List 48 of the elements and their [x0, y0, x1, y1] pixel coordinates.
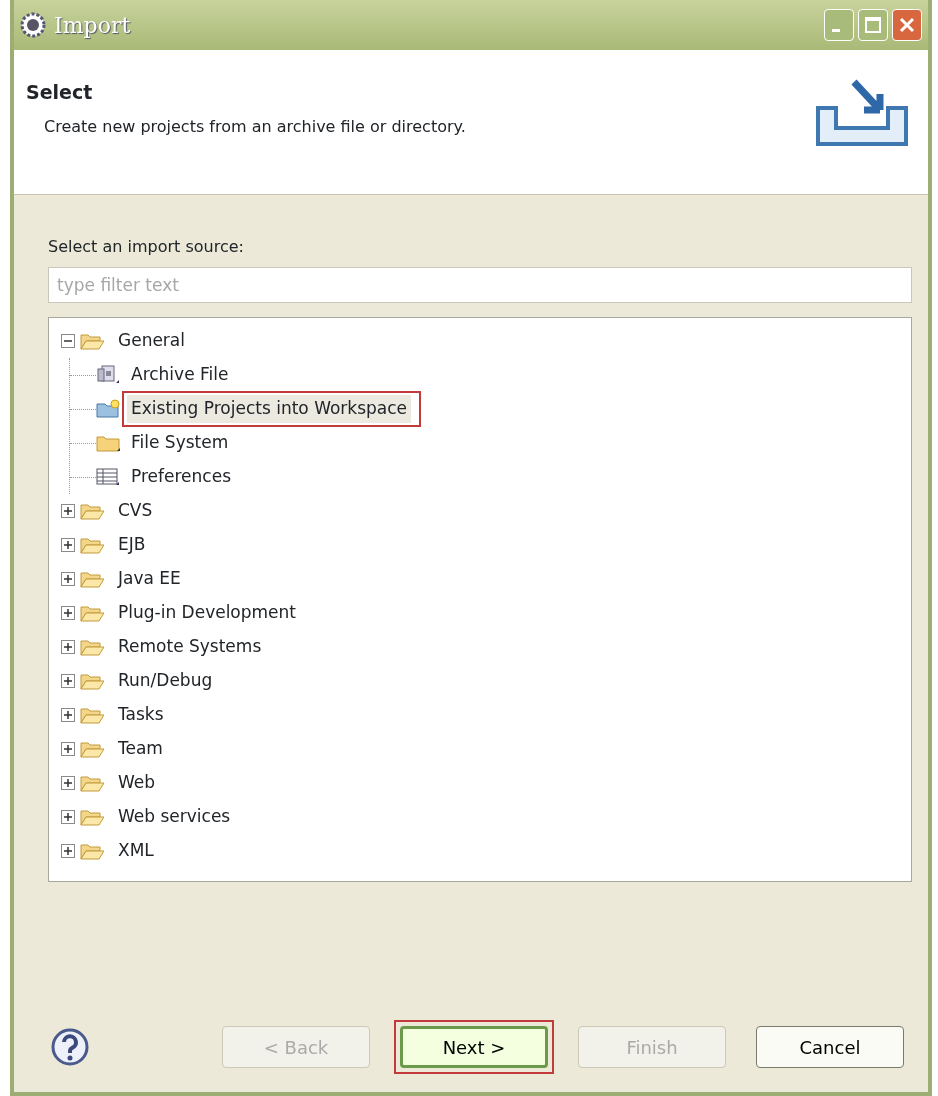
folder-icon [80, 535, 104, 555]
tree-item[interactable]: XML [114, 837, 158, 865]
folder-icon [80, 569, 104, 589]
import-icon [814, 78, 910, 148]
tree-item[interactable]: Plug-in Development [114, 599, 301, 627]
table-icon [96, 467, 120, 487]
folder-icon [96, 399, 120, 419]
tree-item[interactable]: Existing Projects into Workspace [127, 395, 412, 423]
close-button[interactable] [892, 9, 922, 41]
source-label: Select an import source: [48, 236, 245, 258]
maximize-icon [865, 17, 881, 33]
close-icon [899, 17, 915, 33]
tree-item[interactable]: Archive File [127, 361, 233, 389]
tree-item[interactable]: General [114, 327, 189, 355]
folder-icon [80, 773, 104, 793]
help-icon[interactable] [50, 1027, 90, 1067]
tree-item[interactable]: File System [127, 429, 233, 457]
maximize-button[interactable] [858, 9, 888, 41]
minimize-button[interactable] [824, 9, 854, 41]
folder-icon [80, 603, 104, 623]
tree-item[interactable]: CVS [114, 497, 157, 525]
folder-icon [80, 331, 104, 351]
folder-icon [80, 807, 104, 827]
minimize-icon [832, 28, 840, 32]
archive-icon [96, 365, 120, 385]
tree-item[interactable]: Remote Systems [114, 633, 266, 661]
tree-item[interactable]: Java EE [114, 565, 185, 593]
folder-icon [80, 637, 104, 657]
dialog-button[interactable]: Next > [400, 1026, 548, 1068]
folder-icon [80, 841, 104, 861]
folder-icon [80, 501, 104, 521]
page-description: Create new projects from an archive file or directory. [44, 115, 466, 138]
folder-icon [80, 739, 104, 759]
tree-item[interactable]: Web [114, 769, 160, 797]
tree-item[interactable]: Web services [114, 803, 235, 831]
page-title: Select [26, 80, 94, 105]
tree-item[interactable]: Run/Debug [114, 667, 217, 695]
folder-icon [80, 705, 104, 725]
folder-icon [80, 671, 104, 691]
gear-icon [20, 12, 46, 38]
folder-icon [96, 433, 120, 453]
tree-item[interactable]: Preferences [127, 463, 235, 491]
tree-item[interactable]: EJB [114, 531, 150, 559]
dialog-button[interactable]: Cancel [756, 1026, 904, 1068]
filter-field[interactable]: type filter text [48, 267, 912, 303]
tree-item[interactable]: Team [114, 735, 167, 763]
tree-item[interactable]: Tasks [114, 701, 168, 729]
window-title: Import [54, 11, 131, 40]
